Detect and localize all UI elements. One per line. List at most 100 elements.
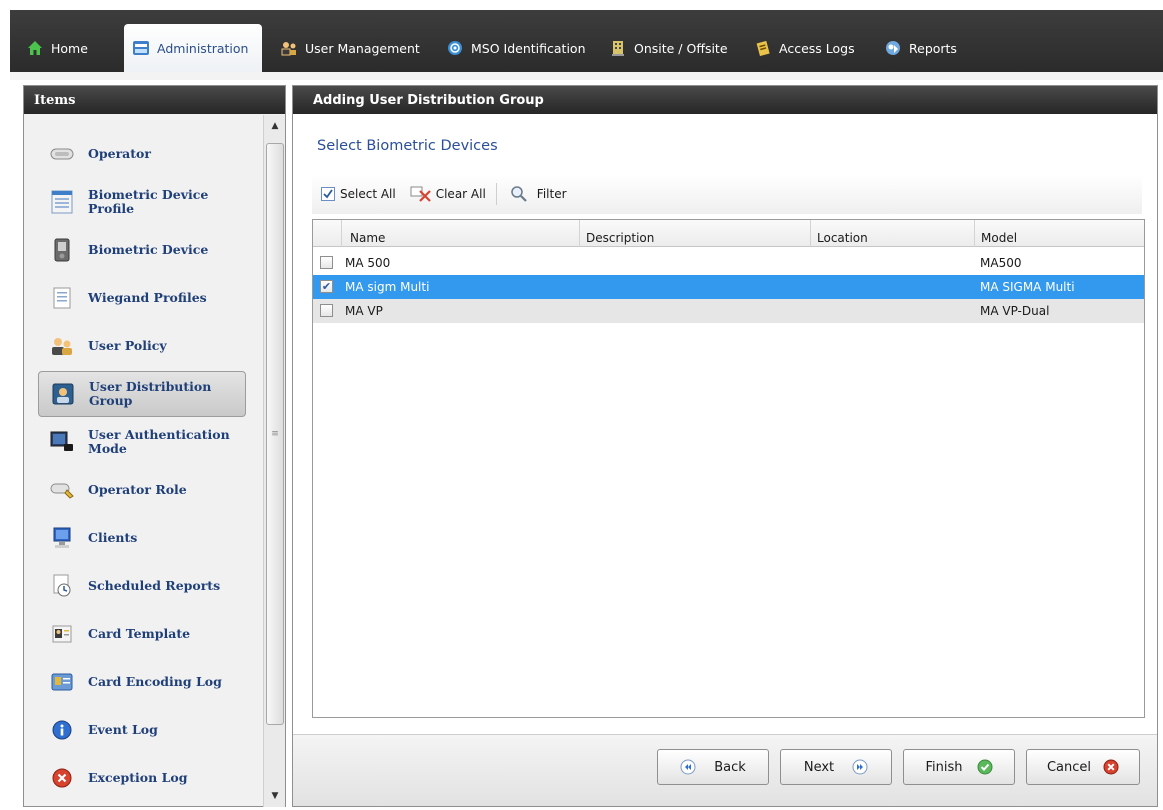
user-management-icon	[280, 39, 298, 57]
items-list: Operator Biometric Device Profile Biomet…	[24, 115, 262, 807]
table-row[interactable]: ✔ MA sigm Multi MA SIGMA Multi	[313, 275, 1144, 299]
clear-all-button[interactable]: Clear All	[410, 186, 486, 202]
building-icon	[609, 39, 627, 57]
tab-user-management-label: User Management	[305, 40, 420, 56]
table-row[interactable]: MA 500 MA500	[313, 251, 1144, 275]
sidebar-item-card-template[interactable]: Card Template	[38, 611, 246, 657]
cell-name: MA 500	[345, 256, 391, 270]
tab-home-label: Home	[51, 40, 88, 56]
close-icon	[1103, 759, 1119, 775]
sidebar-item-user-authentication-mode[interactable]: User Authentication Mode	[38, 419, 246, 465]
sidebar-item-exception-log[interactable]: Exception Log	[38, 755, 246, 801]
operator-role-icon	[50, 478, 74, 502]
page-title: Adding User Distribution Group	[293, 86, 1157, 114]
sidebar-item-event-log-label: Event Log	[88, 722, 158, 737]
top-navigation-bar: Home Administration User Management MSO …	[10, 10, 1163, 72]
row-checkbox[interactable]	[320, 256, 333, 269]
sidebar-item-user-distribution-group-label: User Distribution Group	[89, 379, 212, 408]
table-row[interactable]: MA VP MA VP-Dual	[313, 299, 1144, 323]
sidebar-item-user-distribution-group[interactable]: User Distribution Group	[38, 371, 246, 417]
cancel-button[interactable]: Cancel	[1026, 749, 1140, 785]
card-encoding-log-icon	[50, 670, 74, 694]
tab-onsite-offsite-label: Onsite / Offsite	[634, 40, 728, 56]
user-authentication-icon	[50, 430, 74, 454]
sidebar-item-biometric-device-profile-label: Biometric Device Profile	[88, 187, 209, 216]
nav-underline-strip	[10, 72, 1163, 80]
home-icon	[26, 39, 44, 57]
sidebar-item-wiegand-profiles[interactable]: Wiegand Profiles	[38, 275, 246, 321]
biometric-device-icon	[50, 238, 74, 262]
devices-table: Name Description Location Model MA 500 M…	[312, 219, 1145, 718]
back-button-label: Back	[714, 759, 746, 775]
sidebar-item-clients-label: Clients	[88, 530, 138, 545]
device-profile-icon	[50, 190, 74, 214]
sidebar-item-operator-role[interactable]: Operator Role	[38, 467, 246, 513]
sidebar-item-user-authentication-mode-label: User Authentication Mode	[88, 427, 230, 456]
row-checkbox[interactable]: ✔	[320, 280, 333, 293]
column-header-name[interactable]: Name	[341, 220, 579, 247]
sidebar-item-card-encoding-log-label: Card Encoding Log	[88, 674, 222, 689]
scrollbar-thumb[interactable]: ≡	[266, 143, 284, 725]
tab-home[interactable]: Home	[18, 24, 96, 72]
clients-icon	[50, 526, 74, 550]
check-circle-icon	[977, 759, 993, 775]
finish-button-label: Finish	[925, 759, 963, 775]
event-log-icon	[50, 718, 74, 742]
tab-reports[interactable]: Reports	[876, 24, 965, 72]
sidebar-item-biometric-device-profile[interactable]: Biometric Device Profile	[38, 179, 246, 225]
sidebar-item-scheduled-reports[interactable]: Scheduled Reports	[38, 563, 246, 609]
tab-access-logs-label: Access Logs	[779, 40, 855, 56]
back-button[interactable]: Back	[657, 749, 769, 785]
cell-name: MA VP	[345, 304, 383, 318]
sidebar-item-biometric-device[interactable]: Biometric Device	[38, 227, 246, 273]
tab-mso-identification-label: MSO Identification	[471, 40, 586, 56]
sidebar-scrollbar[interactable]: ▲ ≡ ▼	[263, 115, 285, 807]
scroll-up-icon[interactable]: ▲	[264, 117, 286, 135]
sidebar-item-card-encoding-log[interactable]: Card Encoding Log	[38, 659, 246, 705]
tab-onsite-offsite[interactable]: Onsite / Offsite	[601, 24, 736, 72]
sidebar-item-event-log[interactable]: Event Log	[38, 707, 246, 753]
operator-icon	[50, 142, 74, 166]
table-header: Name Description Location Model	[313, 220, 1144, 247]
tab-user-management[interactable]: User Management	[272, 24, 428, 72]
rewind-icon	[680, 759, 696, 775]
tab-access-logs[interactable]: Access Logs	[746, 24, 863, 72]
main-panel: Adding User Distribution Group Select Bi…	[292, 85, 1158, 807]
fast-forward-icon	[852, 759, 868, 775]
select-all-button[interactable]: Select All	[320, 186, 396, 202]
next-button[interactable]: Next	[780, 749, 892, 785]
search-icon	[509, 186, 529, 202]
card-template-icon	[50, 622, 74, 646]
grip-icon: ≡	[271, 429, 279, 439]
tab-administration-label: Administration	[157, 40, 249, 56]
column-header-location[interactable]: Location	[810, 220, 974, 247]
grid-toolbar: Select All Clear All Filter	[312, 174, 1142, 214]
clear-all-icon	[410, 186, 432, 202]
wiegand-profile-icon	[50, 286, 74, 310]
mso-identification-icon	[446, 39, 464, 57]
sidebar-item-clients[interactable]: Clients	[38, 515, 246, 561]
sidebar-item-user-policy[interactable]: User Policy	[38, 323, 246, 369]
tab-mso-identification[interactable]: MSO Identification	[438, 24, 594, 72]
finish-button[interactable]: Finish	[903, 749, 1015, 785]
scroll-down-icon[interactable]: ▼	[264, 787, 286, 805]
tab-reports-label: Reports	[909, 40, 957, 56]
sidebar-item-card-template-label: Card Template	[88, 626, 191, 641]
cell-model: MA500	[980, 256, 1022, 270]
user-distribution-group-icon	[51, 382, 75, 406]
sidebar-item-operator[interactable]: Operator	[38, 131, 246, 177]
items-panel: Items Operator Biometric Device Profile …	[23, 85, 286, 807]
header-checkbox-column	[313, 220, 341, 247]
cell-model: MA VP-Dual	[980, 304, 1050, 318]
column-header-description[interactable]: Description	[579, 220, 810, 247]
sidebar-item-user-policy-label: User Policy	[88, 338, 167, 353]
tab-administration[interactable]: Administration	[124, 24, 262, 72]
administration-icon	[132, 39, 150, 57]
cancel-button-label: Cancel	[1046, 759, 1092, 775]
row-checkbox[interactable]	[320, 304, 333, 317]
select-all-label: Select All	[340, 187, 396, 201]
sidebar-item-operator-label: Operator	[88, 146, 151, 161]
filter-button[interactable]: Filter	[509, 186, 567, 202]
column-header-model[interactable]: Model	[974, 220, 1144, 247]
checkmark-icon: ✔	[321, 280, 332, 293]
